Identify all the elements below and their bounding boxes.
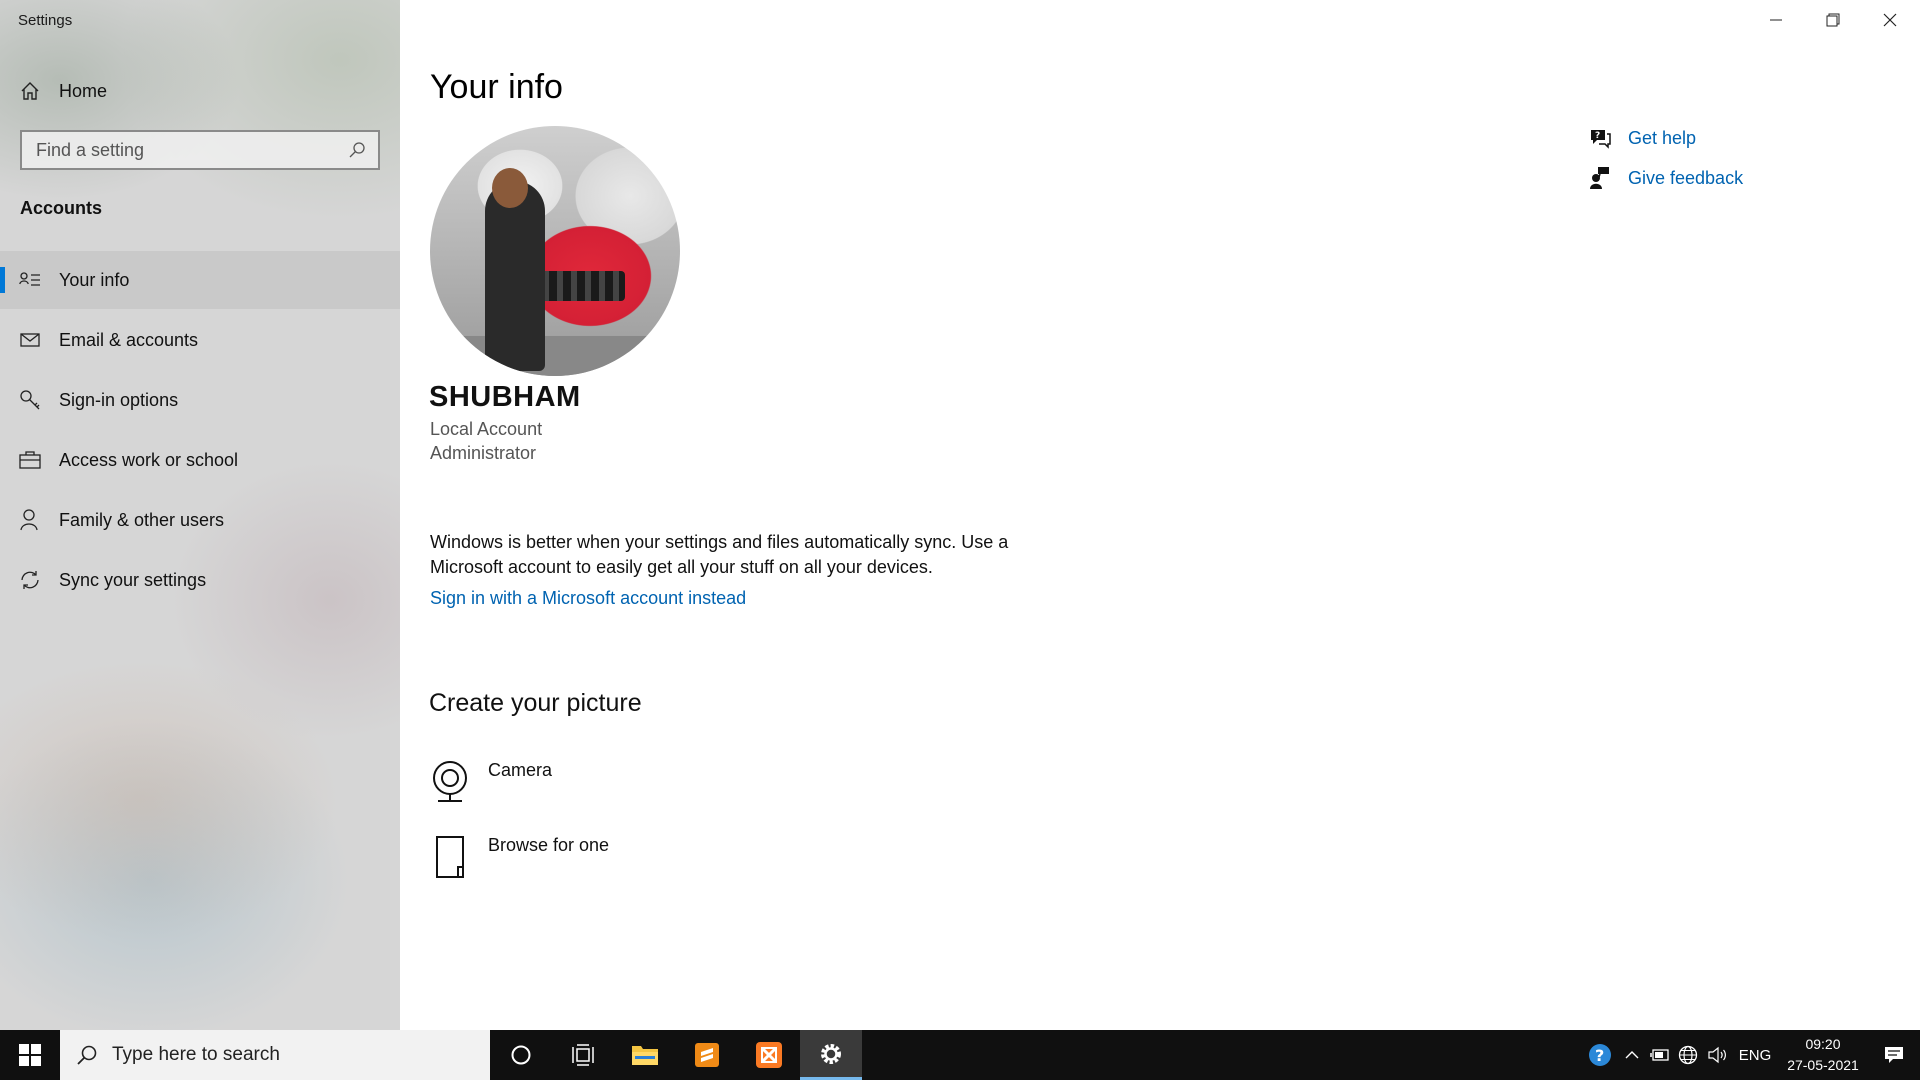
webcam-icon bbox=[430, 760, 470, 804]
person-icon bbox=[19, 509, 41, 531]
minimize-button[interactable] bbox=[1748, 0, 1804, 40]
file-explorer-button[interactable] bbox=[614, 1030, 676, 1080]
browse-option[interactable]: Browse for one bbox=[430, 835, 609, 879]
action-center-button[interactable] bbox=[1868, 1030, 1920, 1080]
globe-icon bbox=[1678, 1045, 1698, 1065]
create-picture-heading: Create your picture bbox=[429, 689, 642, 717]
cortana-icon bbox=[511, 1045, 531, 1065]
sidebar-item-label: Your info bbox=[59, 269, 130, 290]
give-feedback-link[interactable]: Give feedback bbox=[1588, 166, 1743, 190]
key-icon bbox=[19, 389, 41, 411]
gear-icon bbox=[821, 1043, 841, 1064]
volume-button[interactable] bbox=[1702, 1030, 1732, 1080]
sidebar: Settings Home Accounts Your info Email &… bbox=[0, 0, 400, 1030]
minimize-icon bbox=[1770, 19, 1782, 21]
camera-label: Camera bbox=[488, 760, 553, 780]
section-header: Accounts bbox=[20, 198, 103, 218]
sidebar-item-label: Family & other users bbox=[59, 509, 225, 530]
volume-icon bbox=[1708, 1046, 1726, 1064]
main-content: Your info SHUBHAM Local Account Administ… bbox=[400, 0, 1920, 1030]
chevron-up-icon bbox=[1625, 1051, 1639, 1059]
cortana-button[interactable] bbox=[490, 1030, 552, 1080]
task-view-icon bbox=[572, 1044, 594, 1066]
settings-search-input[interactable] bbox=[36, 139, 344, 161]
get-help-link[interactable]: ? Get help bbox=[1588, 126, 1696, 150]
xampp-icon bbox=[756, 1042, 782, 1068]
home-icon bbox=[19, 80, 41, 102]
contact-card-icon bbox=[19, 269, 41, 291]
close-button[interactable] bbox=[1862, 0, 1918, 40]
sublime-text-icon bbox=[695, 1043, 719, 1067]
sidebar-item-label: Sync your settings bbox=[59, 569, 207, 590]
sidebar-item-sync-settings[interactable]: Sync your settings bbox=[0, 551, 400, 609]
document-icon bbox=[430, 835, 470, 879]
feedback-icon bbox=[1588, 166, 1612, 190]
windows-logo-icon bbox=[19, 1044, 41, 1066]
network-button[interactable] bbox=[1674, 1030, 1702, 1080]
sync-icon bbox=[19, 569, 41, 591]
sidebar-home[interactable]: Home bbox=[0, 62, 400, 120]
sidebar-item-access-work[interactable]: Access work or school bbox=[0, 431, 400, 489]
help-chat-icon: ? bbox=[1588, 126, 1612, 150]
svg-text:?: ? bbox=[1595, 131, 1600, 141]
help-icon: ? bbox=[1589, 1044, 1611, 1066]
taskbar-search-placeholder: Type here to search bbox=[112, 1044, 280, 1065]
battery-button[interactable] bbox=[1646, 1030, 1674, 1080]
notification-icon bbox=[1885, 1047, 1903, 1063]
search-icon[interactable] bbox=[344, 137, 370, 163]
show-hidden-icons-button[interactable] bbox=[1618, 1030, 1646, 1080]
account-type: Local Account bbox=[430, 419, 543, 439]
xampp-button[interactable] bbox=[738, 1030, 800, 1080]
svg-text:?: ? bbox=[1595, 1046, 1604, 1065]
sidebar-item-label: Sign-in options bbox=[59, 389, 179, 410]
clock-time: 09:20 bbox=[1805, 1036, 1841, 1052]
microsoft-signin-link[interactable]: Sign in with a Microsoft account instead bbox=[430, 588, 746, 609]
restore-button[interactable] bbox=[1805, 0, 1861, 40]
sidebar-home-label: Home bbox=[59, 80, 108, 101]
sidebar-item-label: Email & accounts bbox=[59, 329, 199, 350]
sublime-text-button[interactable] bbox=[676, 1030, 738, 1080]
avatar bbox=[430, 126, 680, 376]
clock[interactable]: 09:20 27-05-2021 bbox=[1778, 1030, 1868, 1080]
settings-search-box[interactable] bbox=[20, 130, 380, 170]
taskbar-search[interactable]: Type here to search bbox=[60, 1030, 490, 1080]
briefcase-icon bbox=[19, 449, 41, 471]
user-name: SHUBHAM bbox=[429, 381, 581, 413]
language-indicator[interactable]: ENG bbox=[1732, 1030, 1778, 1080]
taskbar: Type here to search ? ENG 09:20 27-05-20… bbox=[0, 1030, 1920, 1080]
sidebar-item-family-users[interactable]: Family & other users bbox=[0, 491, 400, 549]
start-button[interactable] bbox=[0, 1030, 60, 1080]
clock-date: 27-05-2021 bbox=[1787, 1057, 1859, 1073]
sidebar-item-email-accounts[interactable]: Email & accounts bbox=[0, 311, 400, 369]
sync-description: Windows is better when your settings and… bbox=[430, 532, 1009, 577]
restore-icon bbox=[1826, 13, 1840, 27]
close-icon bbox=[1883, 13, 1897, 27]
camera-option[interactable]: Camera bbox=[430, 760, 552, 804]
browse-label: Browse for one bbox=[488, 835, 610, 855]
help-tray-button[interactable]: ? bbox=[1582, 1030, 1618, 1080]
system-tray: ? ENG 09:20 27-05-2021 bbox=[1582, 1030, 1920, 1080]
sidebar-item-sign-in-options[interactable]: Sign-in options bbox=[0, 371, 400, 429]
mail-icon bbox=[19, 329, 41, 351]
get-help-label[interactable]: Get help bbox=[1628, 128, 1696, 149]
app-title: Settings bbox=[18, 12, 73, 29]
sidebar-item-your-info[interactable]: Your info bbox=[0, 251, 400, 309]
search-icon bbox=[77, 1045, 97, 1065]
sidebar-item-label: Access work or school bbox=[59, 449, 239, 470]
page-title: Your info bbox=[430, 68, 563, 106]
give-feedback-label[interactable]: Give feedback bbox=[1628, 168, 1743, 189]
battery-icon bbox=[1650, 1049, 1669, 1061]
task-view-button[interactable] bbox=[552, 1030, 614, 1080]
settings-app-button[interactable] bbox=[800, 1030, 862, 1080]
folder-icon bbox=[632, 1046, 658, 1065]
account-role: Administrator bbox=[430, 443, 537, 463]
